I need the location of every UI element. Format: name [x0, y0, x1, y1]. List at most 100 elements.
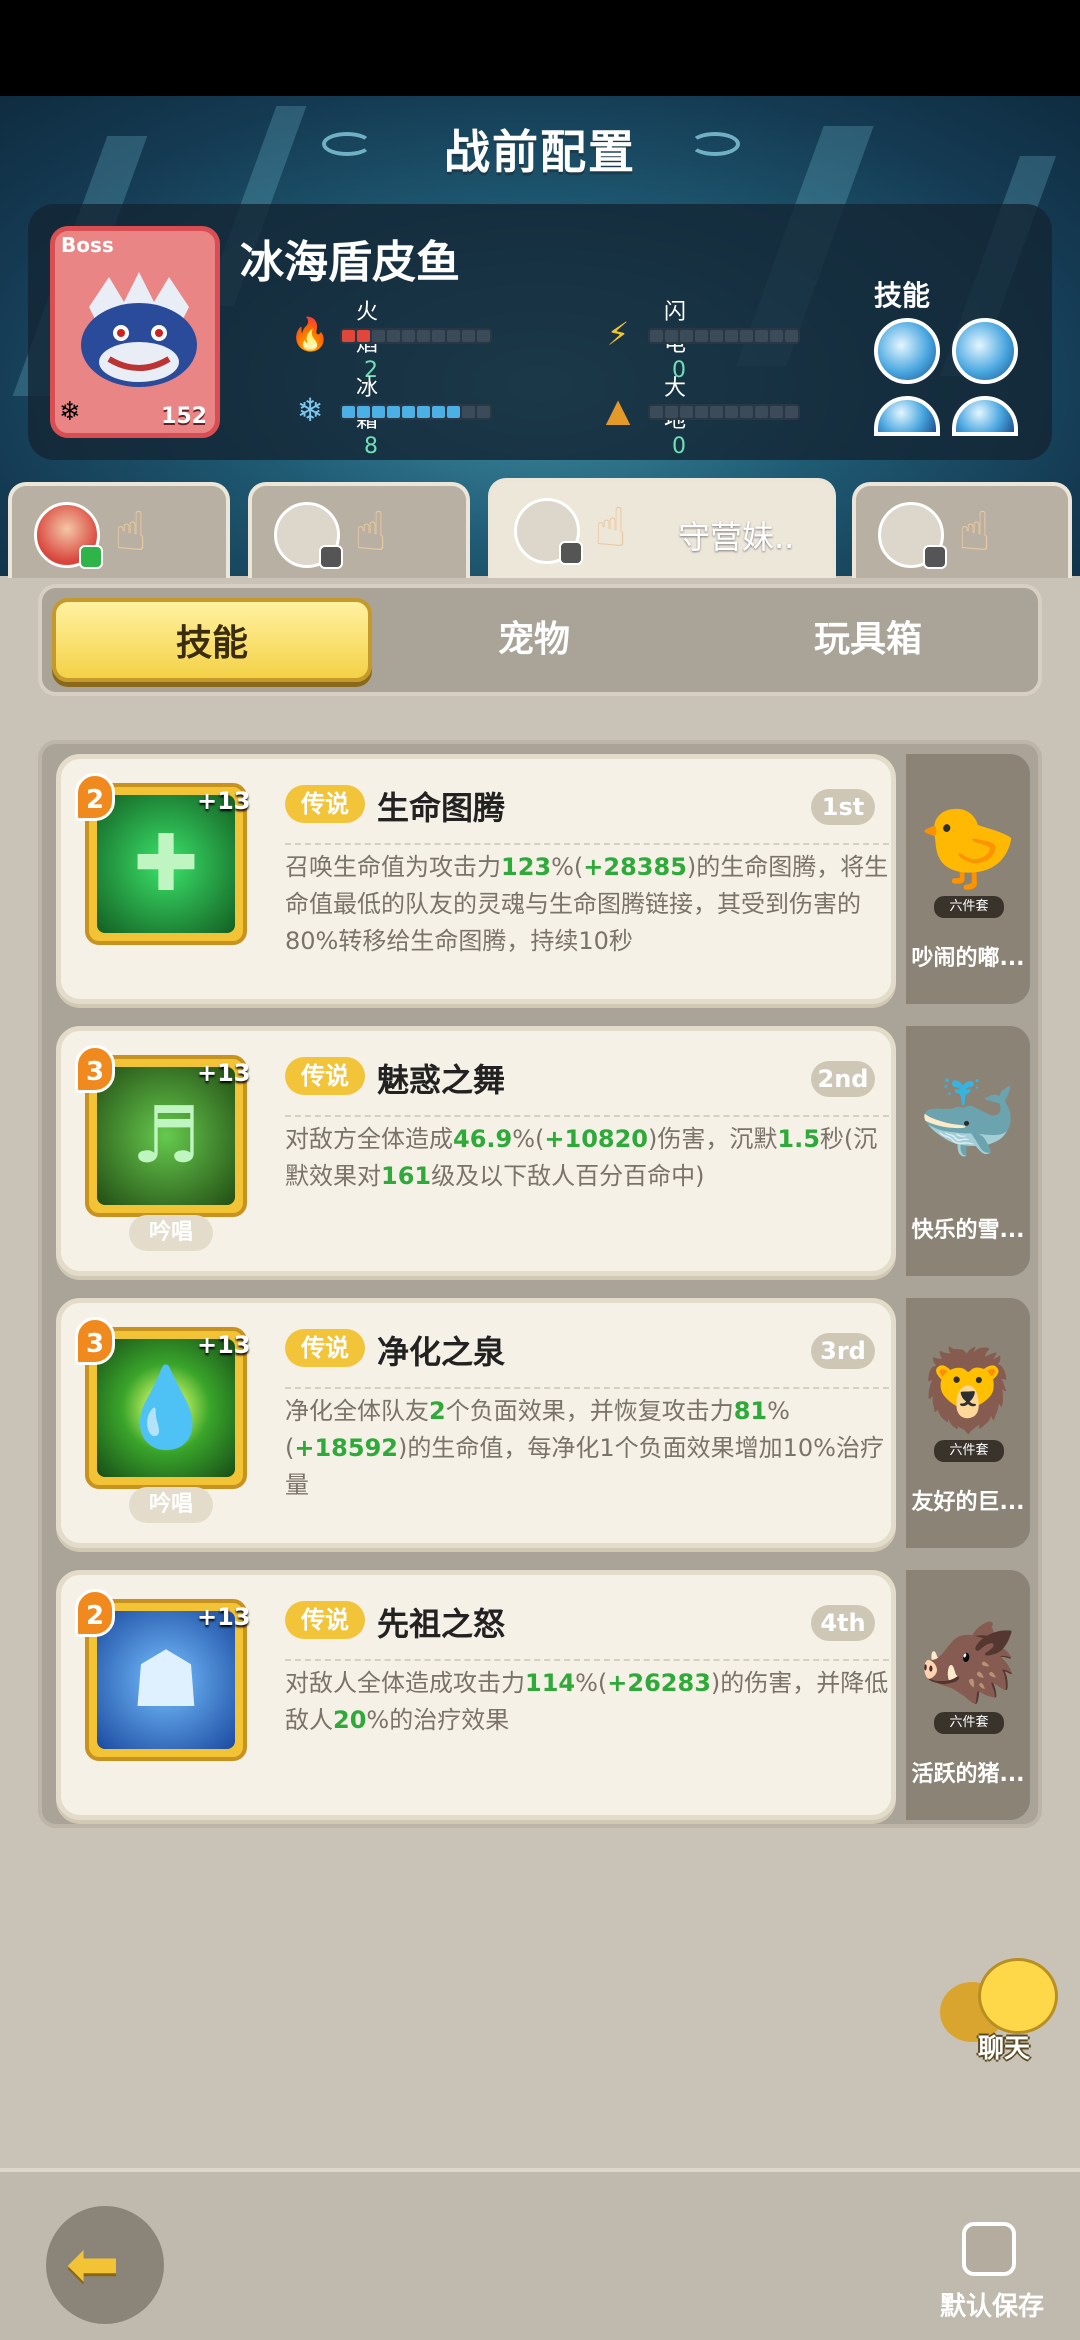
stat-bar-segment [462, 330, 475, 342]
skill-name: 净化之泉 [377, 1333, 506, 1371]
stat-lightning-bar [648, 328, 800, 344]
skill-value-highlight: 81 [733, 1397, 768, 1425]
stat-frost-value: 8 [364, 434, 378, 459]
pet-card[interactable]: 🦁 六件套 友好的巨... [906, 1298, 1030, 1548]
stat-bar-segment [432, 330, 445, 342]
stat-bar-segment [477, 406, 490, 418]
stat-bar-segment [462, 406, 475, 418]
boss-tag: Boss [61, 233, 114, 257]
pet-name: 友好的巨... [911, 1490, 1025, 1515]
skill-value-highlight: 123 [501, 853, 552, 881]
boss-portrait[interactable]: Boss ❄ 152 [50, 226, 220, 438]
snowflake-icon: ❄ [296, 391, 324, 429]
hero-tab-3[interactable]: ☝ 守营妹.. [488, 478, 836, 578]
hero-avatar [34, 502, 103, 569]
skill-rank: 1st [811, 789, 875, 825]
stat-bar-segment [432, 406, 445, 418]
chat-label: 聊天 [977, 2034, 1030, 2064]
skill-description: 净化全体队友2个负面效果，并恢复攻击力81%(+18592)的生命值，每净化1个… [285, 1387, 889, 1504]
boss-name: 冰海盾皮鱼 [240, 237, 460, 288]
boss-skill-icon[interactable] [952, 396, 1018, 436]
boss-skill-icon[interactable] [952, 318, 1018, 384]
stat-bar-segment [402, 406, 415, 418]
stat-bar-segment [725, 406, 738, 418]
boss-skill-icon[interactable] [874, 396, 940, 436]
skill-card[interactable]: ☗ 2 +13 传说 先祖之怒 4th 对敌人全体造成攻击力114%(+2628… [56, 1570, 896, 1820]
hero-tab-1[interactable]: ☝ [8, 482, 230, 578]
skill-value-highlight: 114 [525, 1669, 576, 1697]
tab-toybox[interactable]: 玩具箱 [708, 598, 1028, 682]
skill-card[interactable]: 💧 3 +13 吟唱 传说 净化之泉 3rd 净化全体队友2个负面效果，并恢复攻… [56, 1298, 896, 1548]
skill-description-text: 净化全体队友 [285, 1397, 429, 1425]
lightning-icon: ⚡ [606, 315, 630, 353]
back-button[interactable]: ⬅ [46, 2206, 164, 2324]
skill-description-text: %( [512, 1125, 545, 1153]
mountain-icon: ▲ [605, 391, 631, 429]
skill-value-highlight: 1.5 [777, 1125, 820, 1153]
stat-bar-segment [740, 406, 753, 418]
skill-card[interactable]: ✚ 2 +13 传说 生命图腾 1st 召唤生命值为攻击力123%(+28385… [56, 754, 896, 1004]
pet-card[interactable]: 🐳 快乐的雪... [906, 1026, 1030, 1276]
skill-description: 对敌方全体造成46.9%(+10820)伤害，沉默1.5秒(沉默效果对161级及… [285, 1115, 889, 1195]
chat-bubble-icon [978, 1958, 1058, 2034]
skill-level-badge: 2 [75, 1589, 115, 1637]
boss-skill-icon[interactable] [874, 318, 940, 384]
stat-earth-value: 0 [672, 434, 686, 459]
stat-bar-segment [357, 330, 370, 342]
hand-pointer-icon: ☝ [354, 500, 387, 563]
stat-bar-segment [785, 406, 798, 418]
tab-pets[interactable]: 宠物 [374, 598, 694, 682]
stat-bar-segment [417, 406, 430, 418]
skill-rank: 4th [811, 1605, 875, 1641]
skill-enhance: +13 [197, 1331, 251, 1359]
stat-bar-segment [342, 406, 355, 418]
stat-bar-segment [680, 406, 693, 418]
stat-bar-segment [695, 330, 708, 342]
skill-name: 先祖之怒 [377, 1605, 506, 1643]
default-save-checkbox[interactable] [962, 2222, 1016, 2276]
skill-description: 对敌人全体造成攻击力114%(+26283)的伤害，并降低敌人20%的治疗效果 [285, 1659, 889, 1739]
stat-bar-segment [372, 406, 385, 418]
skill-enhance: +13 [197, 1603, 251, 1631]
dancer-icon: ♬ [97, 1067, 235, 1205]
ancestor-spirit-icon: ☗ [97, 1611, 235, 1749]
skill-level-badge: 3 [75, 1045, 115, 1093]
stat-bar-segment [785, 330, 798, 342]
spring-drop-icon: 💧 [97, 1339, 235, 1477]
hero-avatar [514, 498, 583, 565]
skill-enhance: +13 [197, 1059, 251, 1087]
stat-bar-segment [770, 406, 783, 418]
category-tabs: 技能 宠物 玩具箱 [38, 584, 1042, 696]
stat-bar-segment [710, 330, 723, 342]
skill-level-badge: 2 [75, 773, 115, 821]
pet-card[interactable]: 🐗 六件套 活跃的猪... [906, 1570, 1030, 1820]
hero-tab-4[interactable]: ☝ [852, 482, 1072, 578]
stat-bar-segment [387, 406, 400, 418]
stat-bar-segment [740, 330, 753, 342]
tab-skills[interactable]: 技能 [52, 598, 372, 682]
skill-level-badge: 3 [75, 1317, 115, 1365]
hero-avatar [274, 502, 343, 569]
totem-icon: ✚ [97, 795, 235, 933]
stat-bar-segment [447, 330, 460, 342]
page-title: 战前配置 [444, 125, 636, 179]
stat-bar-segment [477, 330, 490, 342]
chant-tag: 吟唱 [129, 1487, 213, 1523]
chat-button[interactable]: 聊天 [934, 1952, 1064, 2072]
stat-bar-segment [357, 406, 370, 418]
stat-bar-segment [755, 406, 768, 418]
skill-value-highlight: 46.9 [453, 1125, 513, 1153]
pet-card[interactable]: 🐤 六件套 吵闹的嘟... [906, 754, 1030, 1004]
hero-avatar [878, 502, 947, 569]
pet-name: 活跃的猪... [911, 1762, 1025, 1787]
stat-bar-segment [372, 330, 385, 342]
skill-card[interactable]: ♬ 3 +13 吟唱 传说 魅惑之舞 2nd 对敌方全体造成46.9%(+108… [56, 1026, 896, 1276]
pet-set-badge: 六件套 [934, 896, 1004, 918]
skill-description-text: %的治疗效果 [366, 1706, 510, 1734]
stat-bar-segment [755, 330, 768, 342]
skill-description-text: 个负面效果，并恢复攻击力 [445, 1397, 734, 1425]
rarity-badge: 传说 [285, 1329, 365, 1367]
hero-tab-2[interactable]: ☝ [248, 482, 470, 578]
stat-bar-segment [650, 330, 663, 342]
hand-pointer-icon: ☝ [594, 496, 627, 559]
